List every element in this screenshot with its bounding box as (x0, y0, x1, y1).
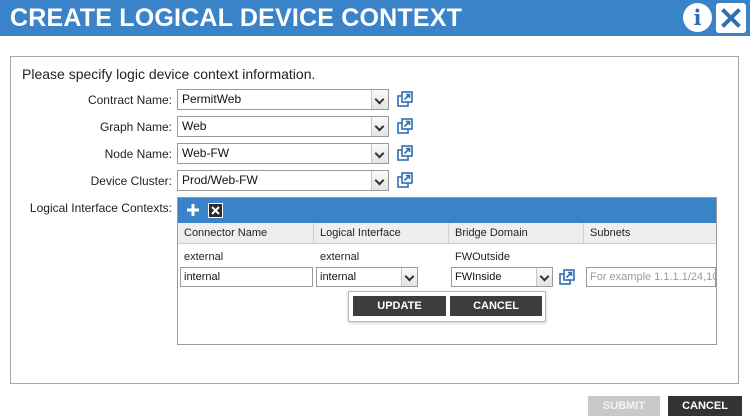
node-name-value: Web-FW (182, 146, 230, 160)
external-link-icon[interactable] (397, 172, 413, 188)
intro-text: Please specify logic device context info… (22, 66, 316, 82)
bridge-domain-value: FWInside (455, 271, 502, 283)
table-toolbar (178, 198, 716, 223)
row-bridge-domain: FWOutside (455, 251, 511, 263)
column-header-logical-interface[interactable]: Logical Interface (314, 223, 449, 244)
update-button[interactable]: UPDATE (353, 296, 446, 316)
logical-interface-value: internal (320, 271, 357, 283)
close-icon (721, 8, 741, 28)
external-link-icon[interactable] (397, 118, 413, 134)
delete-icon (209, 204, 222, 217)
contract-name-label: Contract Name: (87, 93, 172, 107)
chevron-down-icon (401, 268, 417, 286)
chevron-down-icon (371, 90, 388, 109)
device-cluster-select[interactable]: Prod/Web-FW (177, 170, 389, 191)
graph-name-label: Graph Name: (99, 120, 172, 134)
table-header: Connector Name Logical Interface Bridge … (178, 223, 716, 244)
column-header-connector[interactable]: Connector Name (178, 223, 314, 244)
chevron-down-icon (371, 144, 388, 163)
external-link-icon[interactable] (559, 269, 575, 285)
column-header-subnets[interactable]: Subnets (584, 223, 716, 244)
contract-name-select[interactable]: PermitWeb (177, 89, 389, 110)
row-logical-interface: external (320, 251, 360, 263)
add-icon[interactable] (186, 203, 200, 217)
cancel-button[interactable]: CANCEL (668, 396, 742, 416)
graph-name-select[interactable]: Web (177, 116, 389, 137)
chevron-down-icon (536, 268, 552, 286)
logical-interface-contexts-label: Logical Interface Contexts: (29, 201, 172, 215)
column-header-bridge-domain[interactable]: Bridge Domain (449, 223, 584, 244)
delete-button[interactable] (208, 203, 223, 218)
bridge-domain-select[interactable]: FWInside (451, 267, 553, 287)
dialog-title: CREATE LOGICAL DEVICE CONTEXT (10, 4, 463, 32)
connector-name-input[interactable]: internal (180, 267, 313, 287)
interface-table: Connector Name Logical Interface Bridge … (177, 197, 717, 345)
info-icon[interactable]: i (683, 3, 712, 32)
external-link-icon[interactable] (397, 91, 413, 107)
logical-interface-select[interactable]: internal (316, 267, 418, 287)
contract-name-value: PermitWeb (182, 92, 242, 106)
chevron-down-icon (371, 171, 388, 190)
dialog-titlebar: CREATE LOGICAL DEVICE CONTEXT i (0, 0, 750, 36)
row-edit-actions: UPDATE CANCEL (348, 291, 546, 322)
row-connector: external (184, 251, 224, 263)
device-cluster-label: Device Cluster: (90, 174, 172, 188)
external-link-icon[interactable] (397, 145, 413, 161)
device-cluster-value: Prod/Web-FW (182, 173, 258, 187)
chevron-down-icon (371, 117, 388, 136)
node-name-label: Node Name: (104, 147, 172, 161)
subnets-input[interactable]: For example 1.1.1.1/24,10 (586, 267, 716, 287)
graph-name-value: Web (182, 119, 207, 133)
submit-button[interactable]: SUBMIT (588, 396, 660, 416)
node-name-select[interactable]: Web-FW (177, 143, 389, 164)
close-button[interactable] (716, 3, 746, 33)
row-cancel-button[interactable]: CANCEL (450, 296, 542, 316)
